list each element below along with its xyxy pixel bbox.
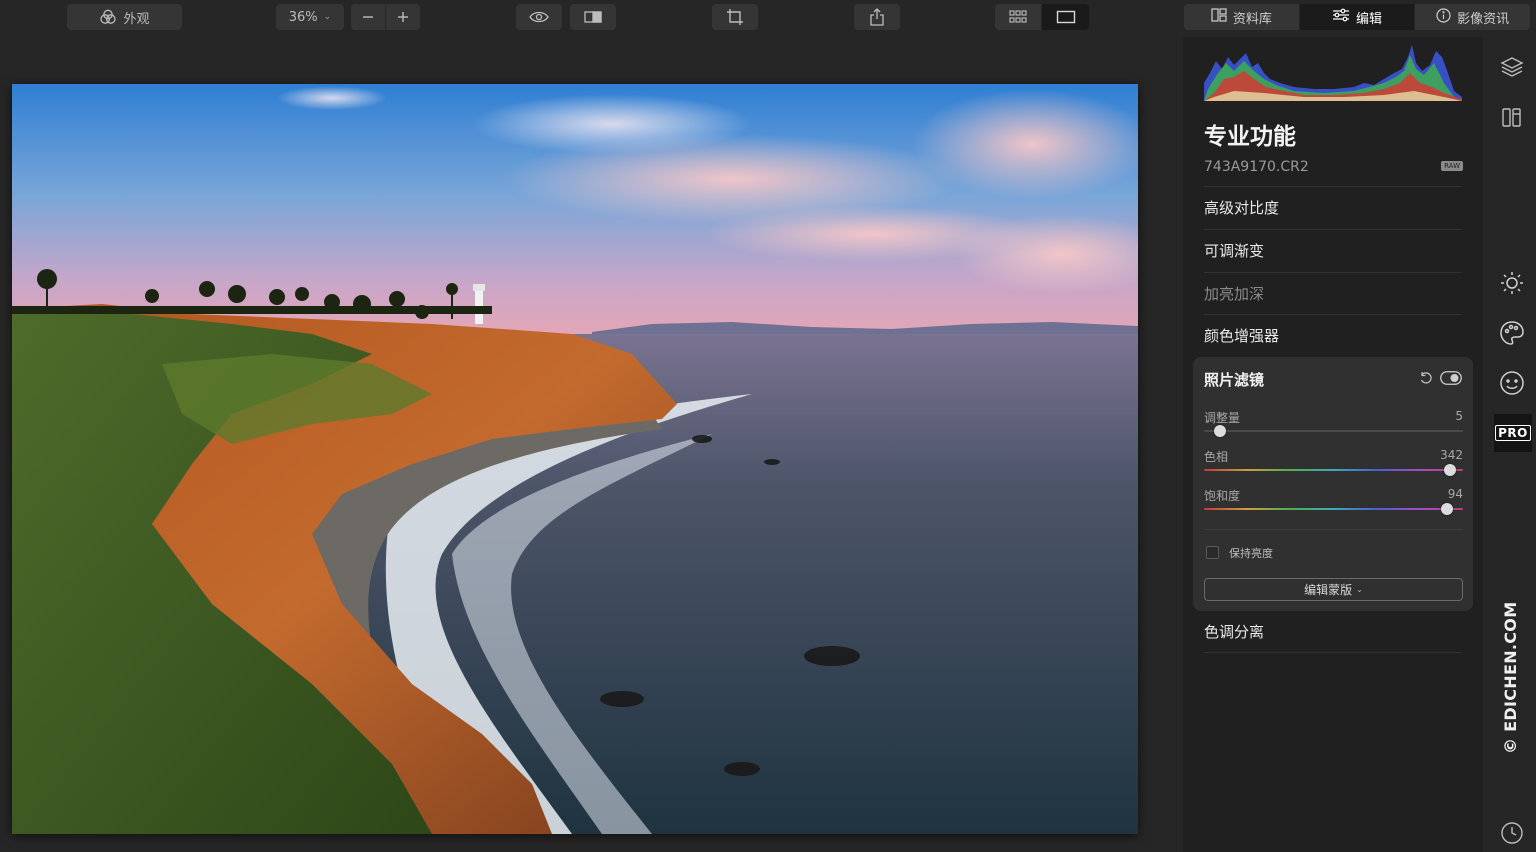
compare-button[interactable] xyxy=(570,4,616,30)
chevron-down-icon: ⌄ xyxy=(1356,585,1363,594)
grid-view-icon xyxy=(1009,10,1027,24)
visibility-toggle-icon[interactable] xyxy=(1440,371,1462,385)
looks-button[interactable]: 外观 xyxy=(67,4,182,30)
tab-library-label: 资料库 xyxy=(1232,11,1272,27)
mask-button-label: 编辑蒙版 xyxy=(1304,583,1353,597)
top-toolbar: 外观 36% ⌄ xyxy=(0,0,1182,36)
preserve-luminosity-checkbox[interactable] xyxy=(1206,546,1219,559)
tab-library[interactable]: 资料库 xyxy=(1184,4,1299,30)
tab-info-label: 影像资讯 xyxy=(1457,11,1510,27)
slider-label: 饱和度 xyxy=(1204,489,1241,503)
slider-track[interactable] xyxy=(1204,430,1463,432)
share-button[interactable] xyxy=(854,4,900,30)
checkbox-label: 保持亮度 xyxy=(1229,547,1273,560)
creative-icon[interactable] xyxy=(1496,317,1528,349)
sliders-icon xyxy=(1332,8,1350,26)
zoom-out-button[interactable] xyxy=(351,4,385,30)
zoom-in-button[interactable] xyxy=(386,4,420,30)
edit-panel: 专业功能 743A9170.CR2 RAW 高级对比度 可调渐变 加亮加深 颜色… xyxy=(1183,37,1483,852)
essentials-icon[interactable] xyxy=(1496,267,1528,299)
file-name: 743A9170.CR2 xyxy=(1204,159,1309,175)
info-icon xyxy=(1436,7,1451,27)
looks-label: 外观 xyxy=(123,11,150,27)
section-label: 高级对比度 xyxy=(1204,199,1280,217)
zoom-value: 36% xyxy=(288,9,318,25)
slider-thumb[interactable] xyxy=(1444,464,1456,476)
photo-filter-card: 照片滤镜 调整量 5 色相 342 饱和度 94 保持亮度 编辑蒙版 ⌄ xyxy=(1193,357,1473,611)
edit-mask-button[interactable]: 编辑蒙版 ⌄ xyxy=(1204,578,1463,601)
undo-icon[interactable] xyxy=(1418,370,1434,386)
chevron-down-icon: ⌄ xyxy=(323,12,332,22)
slider-thumb[interactable] xyxy=(1441,503,1453,515)
panel-title: 专业功能 xyxy=(1204,124,1296,150)
slider-track[interactable] xyxy=(1204,508,1463,510)
section-adjustable-gradient[interactable]: 可调渐变 xyxy=(1204,229,1462,271)
compare-icon xyxy=(583,10,603,24)
zoom-out-icon xyxy=(361,10,375,24)
section-advanced-contrast[interactable]: 高级对比度 xyxy=(1204,186,1462,228)
histogram xyxy=(1204,45,1462,101)
slider-value: 342 xyxy=(1440,448,1463,462)
luminar-editor-window: 外观 36% ⌄ 资料库 编辑 影像资讯 专业功能 743A9170.CR2 R… xyxy=(0,0,1536,852)
tab-edit-label: 编辑 xyxy=(1356,11,1383,27)
divider xyxy=(1204,529,1463,530)
photo-image xyxy=(12,84,1138,834)
section-label: 加亮加深 xyxy=(1204,285,1265,303)
slider-thumb[interactable] xyxy=(1214,425,1226,437)
slider-label: 调整量 xyxy=(1204,411,1241,425)
layers-icon[interactable] xyxy=(1496,51,1528,83)
eye-icon xyxy=(529,10,549,24)
zoom-in-icon xyxy=(396,10,410,24)
raw-badge: RAW xyxy=(1441,161,1463,171)
pro-tools-button[interactable]: PRO xyxy=(1494,414,1532,452)
pro-label: PRO xyxy=(1495,425,1531,441)
portrait-icon[interactable] xyxy=(1496,367,1528,399)
share-icon xyxy=(869,8,885,26)
slider-value: 94 xyxy=(1447,487,1463,501)
single-view-icon xyxy=(1056,10,1076,24)
tab-info[interactable]: 影像资讯 xyxy=(1415,4,1531,30)
crop-icon xyxy=(726,8,744,26)
section-label: 可调渐变 xyxy=(1204,242,1265,260)
slider-label: 色相 xyxy=(1204,450,1229,464)
section-label: 颜色增强器 xyxy=(1204,327,1280,345)
mode-tabs: 资料库 编辑 影像资讯 xyxy=(1184,4,1531,30)
preview-toggle-button[interactable] xyxy=(516,4,562,30)
library-icon xyxy=(1211,8,1227,26)
presets-icon[interactable] xyxy=(1496,101,1528,133)
looks-icon xyxy=(99,8,117,26)
photo-filter-title[interactable]: 照片滤镜 xyxy=(1204,369,1264,390)
history-icon[interactable] xyxy=(1496,817,1528,849)
section-dodge-burn[interactable]: 加亮加深 xyxy=(1204,272,1462,314)
saturation-slider[interactable]: 饱和度 94 xyxy=(1204,487,1463,523)
section-label: 色调分离 xyxy=(1204,623,1265,641)
slider-value: 5 xyxy=(1455,409,1463,423)
single-view-button[interactable] xyxy=(1042,4,1089,30)
tab-edit[interactable]: 编辑 xyxy=(1299,4,1415,30)
zoom-dropdown[interactable]: 36% ⌄ xyxy=(276,4,344,30)
watermark-text: © EDICHEN.COM xyxy=(1501,601,1520,754)
slider-track[interactable] xyxy=(1204,469,1463,471)
hue-slider[interactable]: 色相 342 xyxy=(1204,448,1463,484)
amount-slider[interactable]: 调整量 5 xyxy=(1204,409,1463,445)
section-color-enhancer[interactable]: 颜色增强器 xyxy=(1204,314,1462,356)
section-split-toning[interactable]: 色调分离 xyxy=(1204,611,1462,653)
photo-canvas[interactable] xyxy=(12,84,1138,834)
crop-button[interactable] xyxy=(712,4,758,30)
grid-view-button[interactable] xyxy=(995,4,1041,30)
